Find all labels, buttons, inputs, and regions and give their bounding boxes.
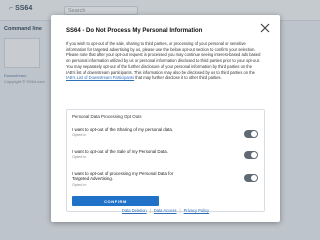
data-deletion-link[interactable]: Data Deletion — [122, 208, 147, 213]
link-separator: | — [149, 208, 151, 213]
privacy-policy-link[interactable]: Privacy Policy — [184, 208, 209, 213]
data-access-link[interactable]: Data Access — [154, 208, 177, 213]
opt-status: Opted in — [72, 155, 87, 160]
opt-out-label: I want to opt-out of the Sale of my Pers… — [72, 149, 168, 154]
close-button[interactable] — [258, 21, 272, 35]
notice-body: If you wish to opt-out of the sale, shar… — [66, 41, 261, 75]
opt-out-sale-toggle[interactable] — [244, 151, 258, 159]
opt-out-sale-row: I want to opt-out of the Sale of my Pers… — [72, 149, 261, 159]
footer-links: Data Deletion | Data Access | Privacy Policy — [51, 208, 280, 213]
opt-out-panel: Personal Data Processing Opt Outs I want… — [66, 109, 265, 212]
downstream-participants-link[interactable]: IAB's List of Downstream Participants — [66, 75, 134, 80]
link-separator: | — [179, 208, 181, 213]
opt-out-targeted-ads-row: I want to opt-out of processing my Perso… — [72, 171, 261, 187]
opt-out-label: I want to opt-out of processing my Perso… — [72, 171, 174, 182]
opt-out-sharing-row: I want to opt-out of the Sharing of my p… — [72, 127, 261, 138]
close-icon — [260, 23, 270, 33]
toggle-knob — [251, 131, 257, 137]
opt-status: Opted in — [72, 133, 87, 138]
opt-out-targeted-ads-toggle[interactable] — [244, 174, 258, 182]
notice-text: If you wish to opt-out of the sale, shar… — [66, 41, 261, 81]
toggle-knob — [251, 152, 257, 158]
privacy-modal: SS64 - Do Not Process My Personal Inform… — [51, 15, 280, 222]
toggle-knob — [251, 175, 257, 181]
opt-out-label: I want to opt-out of the Sharing of my p… — [72, 127, 174, 132]
notice-tail: that may further disclose it to other th… — [134, 75, 222, 81]
modal-title: SS64 - Do Not Process My Personal Inform… — [66, 28, 203, 34]
opt-out-sharing-toggle[interactable] — [244, 130, 258, 138]
confirm-button[interactable]: CONFIRM — [72, 196, 159, 206]
opt-out-panel-title: Personal Data Processing Opt Outs — [72, 114, 142, 119]
opt-status: Opted in — [72, 182, 87, 187]
